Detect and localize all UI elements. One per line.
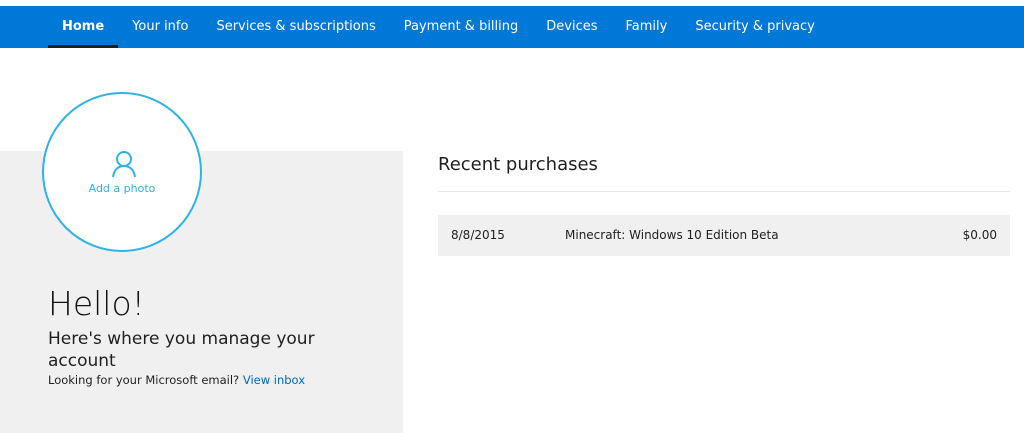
view-inbox-link[interactable]: View inbox [243, 373, 305, 387]
purchase-row[interactable]: 8/8/2015 Minecraft: Windows 10 Edition B… [438, 215, 1010, 256]
add-photo-label: Add a photo [88, 182, 156, 195]
nav-item-security-privacy[interactable]: Security & privacy [681, 6, 829, 48]
purchase-date: 8/8/2015 [451, 228, 505, 242]
purchase-price: $0.00 [962, 228, 997, 242]
email-prompt-text: Looking for your Microsoft email? [48, 373, 240, 387]
section-divider [438, 191, 1010, 192]
nav-menu: Home Your info Services & subscriptions … [48, 6, 829, 48]
email-prompt-line: Looking for your Microsoft email? View i… [48, 373, 305, 387]
greeting-heading: Hello! [48, 284, 145, 323]
purchase-item: Minecraft: Windows 10 Edition Beta [565, 228, 779, 242]
nav-item-home[interactable]: Home [48, 6, 119, 48]
nav-item-family[interactable]: Family [612, 6, 682, 48]
nav-item-services-subscriptions[interactable]: Services & subscriptions [202, 6, 389, 48]
nav-item-devices[interactable]: Devices [532, 6, 611, 48]
nav-item-payment-billing[interactable]: Payment & billing [390, 6, 533, 48]
add-photo-button[interactable]: Add a photo [42, 92, 202, 252]
recent-purchases-title: Recent purchases [438, 154, 598, 175]
welcome-subheading: Here's where you manage your account [48, 329, 315, 371]
nav-item-your-info[interactable]: Your info [118, 6, 202, 48]
top-navigation-bar: Home Your info Services & subscriptions … [0, 6, 1024, 48]
person-icon [112, 151, 136, 178]
